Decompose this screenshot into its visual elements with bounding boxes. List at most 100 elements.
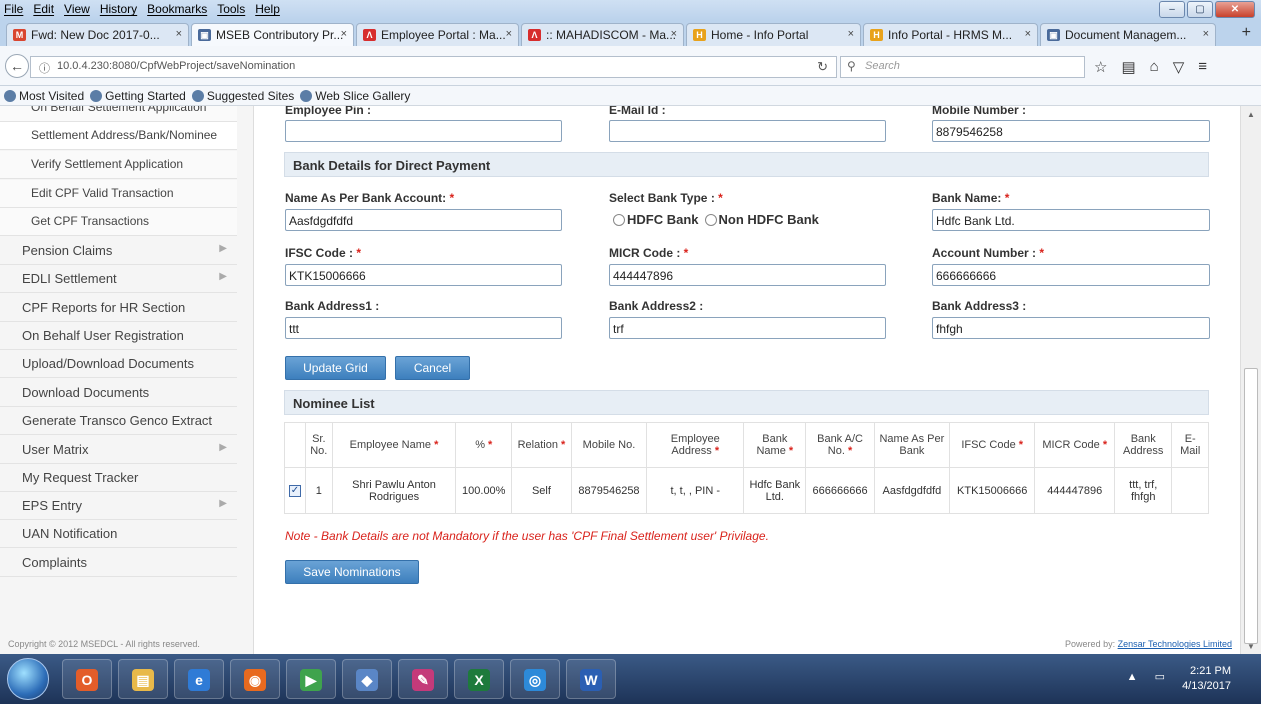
scroll-down-icon[interactable]: ▼: [1247, 642, 1255, 651]
back-button[interactable]: ←: [5, 54, 29, 78]
taskbar-app-firefox[interactable]: ◉: [230, 659, 280, 699]
table-row[interactable]: ✓ 1 Shri Pawlu Anton Rodrigues 100.00% Self 8…: [284, 467, 1209, 514]
ifsc-code-input[interactable]: KTK15006666: [285, 264, 562, 286]
bookmark-folder-icon: [4, 90, 16, 102]
vertical-scrollbar[interactable]: ▲ ▼: [1240, 106, 1261, 654]
taskbar-app-word[interactable]: W: [566, 659, 616, 699]
tab-close-icon[interactable]: ×: [176, 28, 182, 40]
menu-file[interactable]: File: [4, 2, 23, 16]
menu-bookmarks[interactable]: Bookmarks: [147, 2, 207, 16]
reload-icon[interactable]: ↻: [817, 59, 828, 75]
row-checkbox[interactable]: ✓: [288, 485, 301, 497]
sidebar-item[interactable]: On Behalf Settlement Application: [0, 106, 237, 122]
browser-tab[interactable]: Λ Employee Portal : Ma... ×: [356, 23, 519, 46]
system-clock[interactable]: 2:21 PM 4/13/2017: [1182, 664, 1231, 694]
taskbar-app-outlook[interactable]: O: [62, 659, 112, 699]
mobile-input[interactable]: 8879546258: [932, 120, 1210, 142]
action-center-icon[interactable]: ▭: [1155, 671, 1165, 683]
sidebar-item-label: CPF Reports for HR Section: [22, 300, 186, 315]
taskbar-app-ie[interactable]: e: [174, 659, 224, 699]
taskbar-app-app6[interactable]: ◆: [342, 659, 392, 699]
bookmark-star-icon[interactable]: ☆: [1094, 58, 1107, 76]
explorer-icon: ▤: [132, 669, 154, 691]
browser-tab[interactable]: ▣ MSEB Contributory Pr... ×: [191, 23, 354, 46]
url-bar[interactable]: ⓘ 10.0.4.230:8080/CpfWebProject/saveNomi…: [30, 56, 837, 78]
tab-close-icon[interactable]: ×: [341, 28, 347, 40]
browser-tab[interactable]: Λ:: MAHADISCOM - Ma... ×: [521, 23, 684, 46]
taskbar-app-explorer[interactable]: ▤: [118, 659, 168, 699]
cancel-button[interactable]: Cancel: [395, 356, 470, 380]
update-grid-button[interactable]: Update Grid: [285, 356, 386, 380]
bank-name-input[interactable]: Hdfc Bank Ltd.: [932, 209, 1210, 231]
new-tab-button[interactable]: +: [1242, 24, 1251, 42]
sidebar-item[interactable]: My Request Tracker: [0, 464, 237, 492]
radio-non-hdfc-bank[interactable]: Non HDFC Bank: [704, 212, 819, 227]
menu-history[interactable]: History: [100, 2, 137, 16]
sidebar-item[interactable]: Settlement Address/Bank/Nominee: [0, 122, 237, 150]
bookmark-web-slice-gallery[interactable]: Web Slice Gallery: [300, 89, 410, 103]
tab-close-icon[interactable]: ×: [848, 28, 854, 40]
radio-hdfc-bank[interactable]: HDFC Bank: [613, 212, 699, 227]
save-nominations-button[interactable]: Save Nominations: [285, 560, 419, 584]
reading-list-icon[interactable]: ▤: [1121, 58, 1135, 76]
sidebar-item[interactable]: Verify Settlement Application: [0, 151, 237, 179]
bank-address3-input[interactable]: fhfgh: [932, 317, 1210, 339]
sidebar-item[interactable]: Generate Transco Genco Extract: [0, 407, 237, 435]
taskbar-app-paint[interactable]: ✎: [398, 659, 448, 699]
sidebar-item[interactable]: User Matrix ▶: [0, 436, 237, 464]
sidebar-item[interactable]: EDLI Settlement ▶: [0, 265, 237, 293]
zensar-link[interactable]: Zensar Technologies Limited: [1118, 639, 1232, 649]
bank-account-name-input[interactable]: Aasfdgdfdfd: [285, 209, 562, 231]
sidebar-item[interactable]: Pension Claims ▶: [0, 237, 237, 265]
tab-close-icon[interactable]: ×: [506, 28, 512, 40]
taskbar-app-excel[interactable]: X: [454, 659, 504, 699]
sidebar-item[interactable]: Download Documents: [0, 379, 237, 407]
search-bar[interactable]: ⚲ Search: [840, 56, 1085, 78]
menu-help[interactable]: Help: [255, 2, 280, 16]
browser-tab[interactable]: M Fwd: New Doc 2017-0... ×: [6, 23, 189, 46]
taskbar-app-app9[interactable]: ◎: [510, 659, 560, 699]
tab-close-icon[interactable]: ×: [671, 28, 677, 40]
site-info-icon[interactable]: ⓘ: [39, 60, 50, 76]
menu-view[interactable]: View: [64, 2, 90, 16]
sidebar-item[interactable]: Complaints: [0, 549, 237, 577]
micr-code-input[interactable]: 444447896: [609, 264, 886, 286]
bookmark-getting-started[interactable]: Getting Started: [90, 89, 186, 103]
sidebar-item[interactable]: EPS Entry ▶: [0, 492, 237, 520]
tab-close-icon[interactable]: ×: [1203, 28, 1209, 40]
bookmark-suggested-sites[interactable]: Suggested Sites: [191, 89, 294, 103]
bookmark-most-visited[interactable]: Most Visited: [4, 89, 84, 103]
sidebar-item[interactable]: Edit CPF Valid Transaction: [0, 180, 237, 208]
hamburger-menu-icon[interactable]: ≡: [1198, 58, 1207, 76]
menu-edit[interactable]: Edit: [33, 2, 54, 16]
browser-tab[interactable]: H Info Portal - HRMS M... ×: [863, 23, 1038, 46]
maximize-button[interactable]: ▢: [1187, 1, 1213, 18]
sidebar-item[interactable]: On Behalf User Registration: [0, 322, 237, 350]
sidebar-item[interactable]: Upload/Download Documents: [0, 350, 237, 378]
close-window-button[interactable]: ✕: [1215, 1, 1255, 18]
home-icon[interactable]: ⌂: [1150, 58, 1159, 76]
scroll-up-icon[interactable]: ▲: [1247, 110, 1255, 119]
table-cell: Self: [511, 467, 572, 514]
column-header-label: Bank A/C No.: [817, 433, 863, 457]
bank-address2-input[interactable]: trf: [609, 317, 886, 339]
browser-tab[interactable]: H Home - Info Portal ×: [686, 23, 861, 46]
minimize-button[interactable]: ‒: [1159, 1, 1185, 18]
sidebar-item[interactable]: CPF Reports for HR Section: [0, 294, 237, 322]
column-header: E-Mail: [1171, 422, 1209, 468]
sidebar-item-label: Upload/Download Documents: [22, 356, 194, 371]
sidebar-item[interactable]: Get CPF Transactions: [0, 208, 237, 236]
scrollbar-thumb[interactable]: [1244, 368, 1258, 644]
taskbar-app-app5[interactable]: ▶: [286, 659, 336, 699]
start-button[interactable]: [7, 658, 49, 700]
menu-tools[interactable]: Tools: [217, 2, 245, 16]
sidebar-item[interactable]: UAN Notification: [0, 520, 237, 548]
pocket-icon[interactable]: ▽: [1173, 58, 1185, 76]
show-hidden-icons-icon[interactable]: ▲: [1127, 671, 1138, 683]
email-input[interactable]: [609, 120, 886, 142]
bank-address1-input[interactable]: ttt: [285, 317, 562, 339]
employee-pin-input[interactable]: [285, 120, 562, 142]
tab-close-icon[interactable]: ×: [1025, 28, 1031, 40]
account-number-input[interactable]: 666666666: [932, 264, 1210, 286]
browser-tab[interactable]: ▣ Document Managem... ×: [1040, 23, 1216, 46]
